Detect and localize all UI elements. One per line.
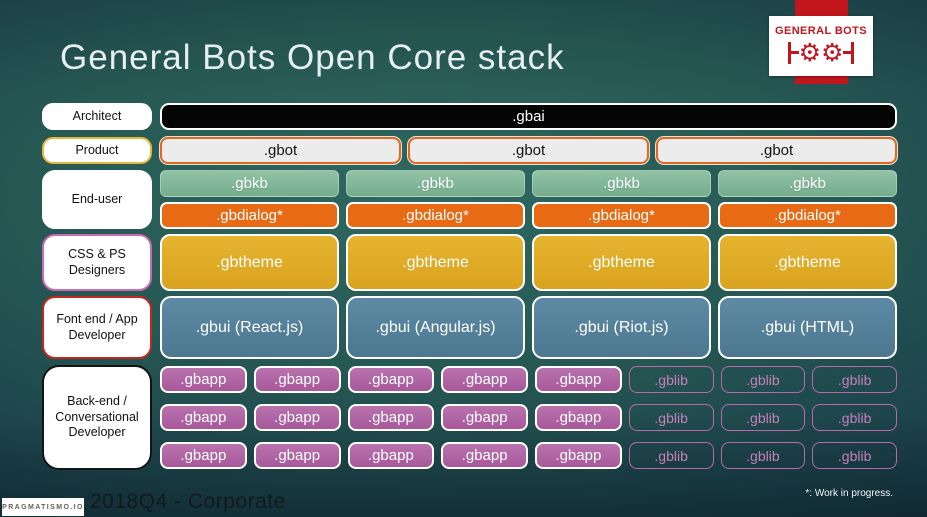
gbapp-box: .gbapp <box>160 366 247 393</box>
role-label-css-ps-designers: CSS & PS Designers <box>42 234 152 291</box>
gbot-box: .gbot <box>160 137 401 164</box>
gbapp-box: .gbapp <box>535 404 622 431</box>
work-in-progress-footnote: *: Work in progress. <box>805 488 893 499</box>
gbtheme-box: .gbtheme <box>532 234 711 291</box>
gbkb-box: .gbkb <box>532 170 711 197</box>
row-gbot: .gbot .gbot .gbot <box>160 137 897 164</box>
gbui-box: .gbui (React.js) <box>160 296 339 359</box>
role-label-back-end-conversational-developer: Back-end / Conversational Developer <box>42 365 152 470</box>
gbkb-box: .gbkb <box>160 170 339 197</box>
gblib-box: .gblib <box>720 404 806 431</box>
pragmatismo-brand-badge: PRAGMATISMO.IO <box>2 498 84 516</box>
gbkb-box: .gbkb <box>346 170 525 197</box>
logo-right-line <box>843 51 852 54</box>
logo-wordmark: GENERAL BOTS <box>775 24 867 37</box>
gbui-box: .gbui (HTML) <box>718 296 897 359</box>
gbdialog-box: .gbdialog* <box>346 202 525 229</box>
gblib-box: .gblib <box>812 442 897 469</box>
gbtheme-box: .gbtheme <box>718 234 897 291</box>
gblib-box: .gblib <box>812 366 897 393</box>
gbapp-box: .gbapp <box>347 442 435 469</box>
role-label-architect: Architect <box>42 103 152 130</box>
gbot-box: .gbot <box>408 137 649 164</box>
gbapp-box: .gbapp <box>441 442 528 469</box>
row-gbai: .gbai <box>160 103 897 130</box>
gbapp-box: .gbapp <box>441 366 528 393</box>
gblib-box: .gblib <box>812 404 897 431</box>
logo-right-bar <box>851 41 854 64</box>
gbtheme-box: .gbtheme <box>346 234 525 291</box>
gbapp-box: .gbapp <box>535 366 622 393</box>
row-gbui: .gbui (React.js) .gbui (Angular.js) .gbui … <box>160 296 897 359</box>
row-gbapp-1: .gbapp .gbapp .gbapp .gbapp .gbapp .gblib .gbl… <box>160 366 897 393</box>
gbapp-box: .gbapp <box>347 404 435 431</box>
gbapp-box: .gbapp <box>441 404 528 431</box>
gbkb-box: .gbkb <box>718 170 897 197</box>
row-gbtheme: .gbtheme .gbtheme .gbtheme .gbtheme <box>160 234 897 291</box>
gbot-box: .gbot <box>656 137 897 164</box>
slide: General Bots Open Core stack GENERAL BOT… <box>0 0 927 517</box>
gbdialog-box: .gbdialog* <box>160 202 339 229</box>
role-label-front-end-app-developer: Font end / App Developer <box>42 296 152 359</box>
gblib-box: .gblib <box>628 442 714 469</box>
gbapp-box: .gbapp <box>347 366 435 393</box>
gbapp-box: .gbapp <box>253 366 341 393</box>
gbapp-box: .gbapp <box>253 404 341 431</box>
gblib-box: .gblib <box>628 366 714 393</box>
role-label-product: Product <box>42 137 152 164</box>
gbtheme-box: .gbtheme <box>160 234 339 291</box>
row-gbapp-2: .gbapp .gbapp .gbapp .gbapp .gbapp .gblib .gbl… <box>160 404 897 431</box>
slide-title: General Bots Open Core stack <box>60 38 565 77</box>
logo-gears-icon: ⚙ ⚙ <box>788 38 854 68</box>
gblib-box: .gblib <box>720 442 806 469</box>
gbdialog-box: .gbdialog* <box>718 202 897 229</box>
gbapp-box: .gbapp <box>160 442 247 469</box>
logo-left-line <box>790 51 799 54</box>
gbui-box: .gbui (Angular.js) <box>346 296 525 359</box>
gbapp-box: .gbapp <box>160 404 247 431</box>
gbai-box: .gbai <box>160 103 897 130</box>
gbapp-box: .gbapp <box>535 442 622 469</box>
row-gbapp-3: .gbapp .gbapp .gbapp .gbapp .gbapp .gblib .gbl… <box>160 442 897 469</box>
role-label-end-user: End-user <box>42 170 152 229</box>
gbui-box: .gbui (Riot.js) <box>532 296 711 359</box>
row-gbkb: .gbkb .gbkb .gbkb .gbkb <box>160 170 897 197</box>
gblib-box: .gblib <box>720 366 806 393</box>
gear-icon: ⚙ <box>798 38 821 67</box>
gbdialog-box: .gbdialog* <box>532 202 711 229</box>
row-gbdialog: .gbdialog* .gbdialog* .gbdialog* .gbdialog* <box>160 202 897 229</box>
general-bots-logo: GENERAL BOTS ⚙ ⚙ <box>769 16 873 76</box>
gear-icon: ⚙ <box>821 38 844 67</box>
gblib-box: .gblib <box>628 404 714 431</box>
gbapp-box: .gbapp <box>253 442 341 469</box>
footer-text: 2018Q4 - Corporate <box>90 490 286 513</box>
